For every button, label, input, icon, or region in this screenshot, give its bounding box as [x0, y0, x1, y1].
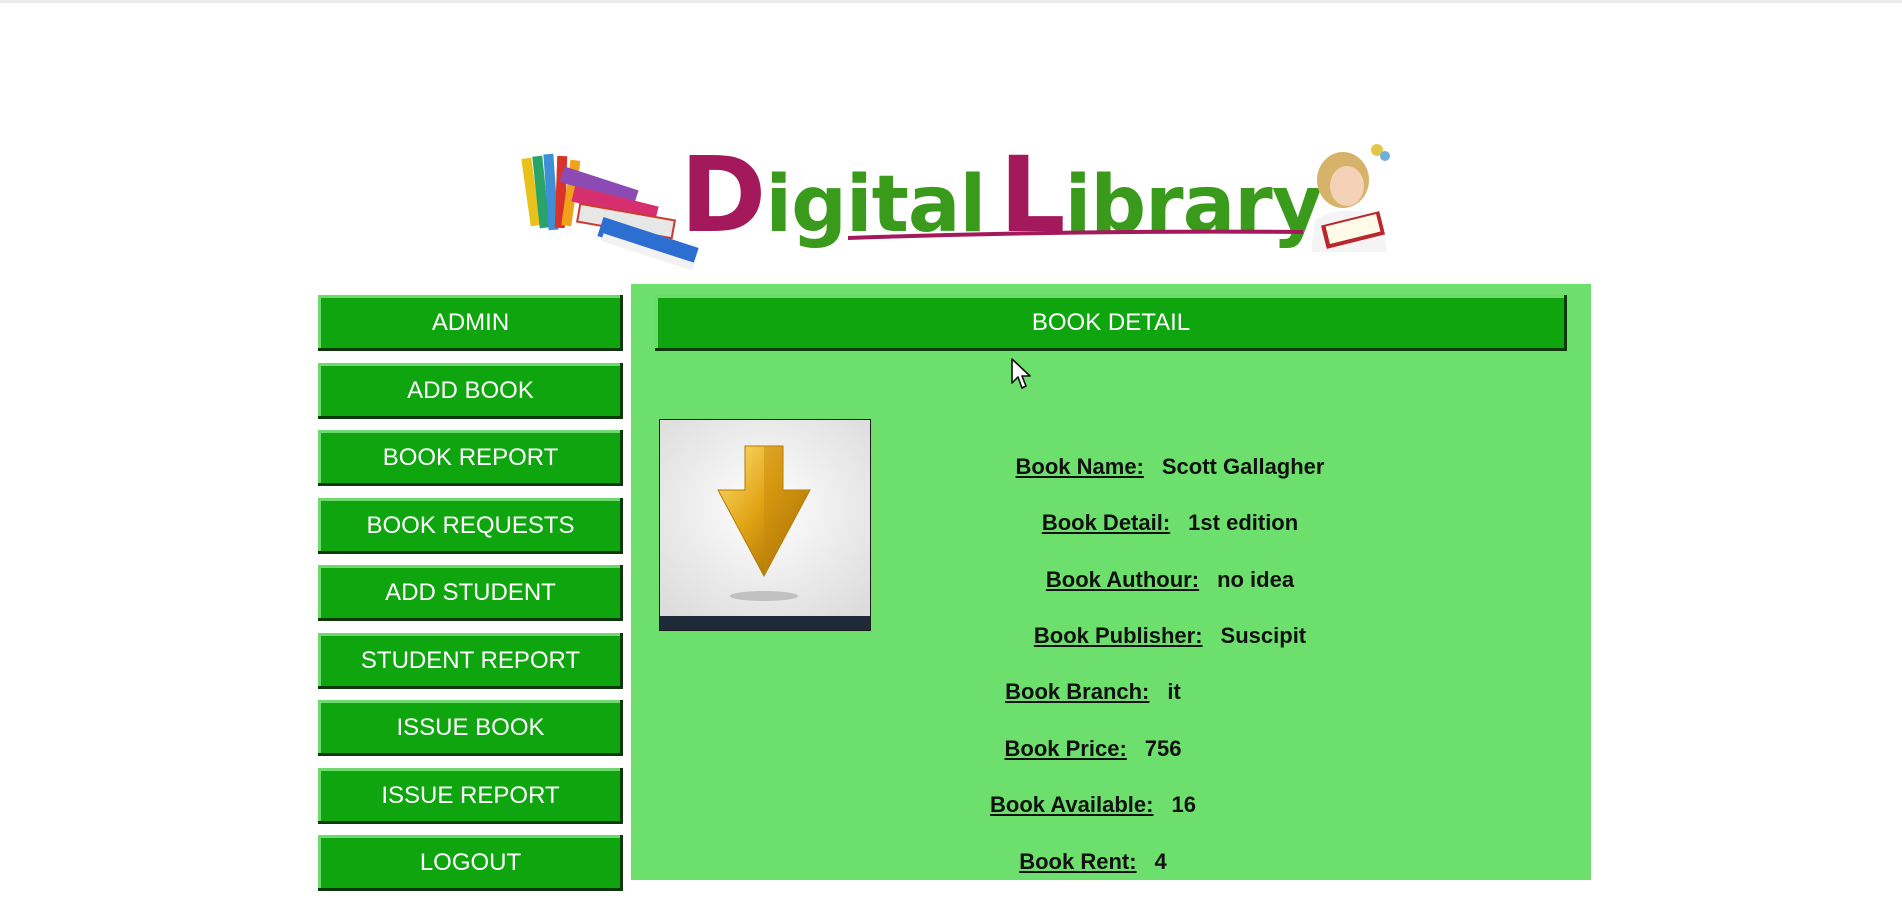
- detail-label: Book Available:: [990, 792, 1154, 817]
- page-title: BOOK DETAIL: [655, 295, 1567, 351]
- detail-row-book-branch: Book Branch: it: [1005, 677, 1181, 707]
- detail-label: Book Name:: [1015, 454, 1144, 479]
- detail-value: 16: [1171, 792, 1196, 817]
- detail-row-book-price: Book Price: 756: [1005, 734, 1182, 764]
- logo-underline: [848, 229, 1303, 240]
- sidebar-nav: ADMIN ADD BOOK BOOK REPORT BOOK REQUESTS…: [318, 295, 623, 903]
- detail-value: Suscipit: [1220, 623, 1307, 648]
- sidebar-item-admin[interactable]: ADMIN: [318, 295, 623, 351]
- detail-value: it: [1167, 679, 1181, 704]
- download-arrow-icon: [660, 420, 870, 616]
- detail-row-book-rent: Book Rent: 4: [1019, 847, 1167, 877]
- sidebar-item-logout[interactable]: LOGOUT: [318, 835, 623, 891]
- sidebar-item-book-requests[interactable]: BOOK REQUESTS: [318, 497, 623, 554]
- detail-value: 4: [1154, 849, 1167, 874]
- detail-label: Book Detail:: [1041, 510, 1171, 535]
- detail-label: Book Branch:: [1005, 679, 1150, 704]
- book-cover-image: [659, 419, 871, 631]
- detail-label: Book Publisher:: [1033, 623, 1203, 648]
- sidebar-item-issue-book[interactable]: ISSUE BOOK: [318, 700, 623, 756]
- sidebar-item-issue-report[interactable]: ISSUE REPORT: [318, 767, 623, 824]
- mouse-pointer-icon: [1011, 358, 1031, 389]
- detail-row-book-author: Book Authour: no idea: [1046, 565, 1294, 595]
- detail-label: Book Rent:: [1019, 849, 1137, 874]
- detail-value: Scott Gallagher: [1161, 454, 1325, 479]
- header-banner: Digital Library: [520, 140, 1400, 270]
- detail-row-book-available: Book Available: 16: [990, 790, 1196, 820]
- detail-label: Book Authour:: [1045, 567, 1200, 592]
- detail-label: Book Price:: [1004, 736, 1127, 761]
- sidebar-item-add-student[interactable]: ADD STUDENT: [318, 565, 623, 621]
- sidebar-item-book-report[interactable]: BOOK REPORT: [318, 430, 623, 486]
- detail-row-book-name: Book Name: Scott Gallagher: [1016, 452, 1325, 482]
- detail-row-book-publisher: Book Publisher: Suscipit: [1034, 621, 1306, 651]
- logo-letter-d: D: [680, 134, 766, 256]
- sidebar-item-student-report[interactable]: STUDENT REPORT: [318, 632, 623, 689]
- detail-value: 1st edition: [1188, 510, 1299, 535]
- sidebar-item-add-book[interactable]: ADD BOOK: [318, 362, 623, 419]
- detail-value: 756: [1144, 736, 1182, 761]
- book-detail-panel: BOOK DETAIL Book Name: Scott Gallagher B…: [631, 284, 1591, 880]
- browser-top-edge: [0, 0, 1902, 3]
- detail-value: no idea: [1217, 567, 1295, 592]
- reading-girl-image: [1311, 144, 1390, 252]
- detail-row-book-detail: Book Detail: 1st edition: [1042, 508, 1298, 538]
- cover-footer-strip: [660, 616, 870, 630]
